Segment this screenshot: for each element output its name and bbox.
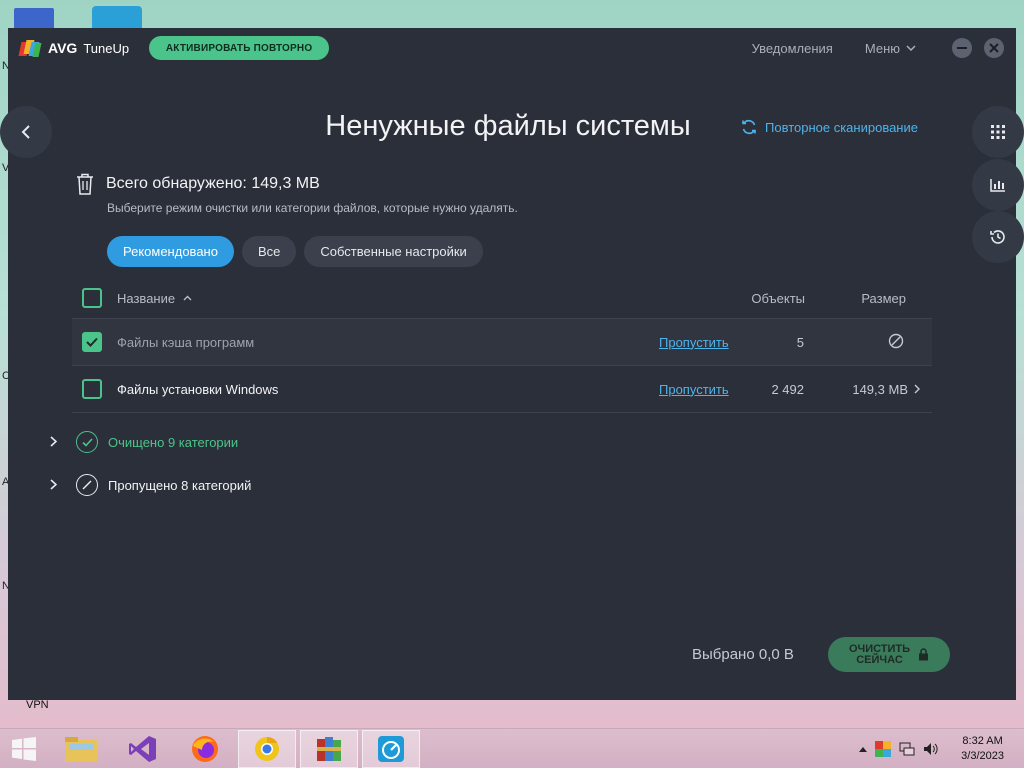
firefox-icon [192, 735, 218, 762]
table-row[interactable]: Файлы установки Windows Пропустить 2 492… [72, 366, 932, 413]
sort-by-name[interactable]: Название [117, 291, 192, 306]
system-tray: 8:32 AM 3/3/2023 [859, 729, 1024, 768]
mode-recommended[interactable]: Рекомендовано [107, 236, 234, 267]
close-icon [989, 43, 999, 53]
check-circle-icon [76, 431, 98, 453]
history-button[interactable] [972, 211, 1024, 263]
chevron-down-icon [906, 45, 916, 51]
cleaned-label: Очищено 9 категории [108, 434, 239, 450]
sort-up-icon [183, 295, 192, 301]
refresh-icon [742, 119, 756, 135]
clock[interactable]: 8:32 AM 3/3/2023 [961, 734, 1004, 764]
row-name: Файлы кэша программ [117, 334, 255, 350]
desktop-label-vpn: VPN [26, 699, 49, 711]
select-all-checkbox[interactable] [82, 288, 102, 308]
avg-tray-icon[interactable] [875, 741, 892, 757]
skip-link[interactable]: Пропустить [659, 335, 729, 350]
header-name: Название [117, 290, 176, 306]
row-size-cell[interactable]: 149,3 MB [852, 382, 920, 397]
skipped-categories-group[interactable]: Пропущено 8 категорий [50, 474, 251, 496]
taskbar-winrar[interactable] [300, 729, 358, 768]
checkmark-icon [86, 337, 98, 347]
menu-dropdown[interactable]: Меню [865, 41, 916, 56]
lock-icon [919, 648, 929, 661]
row-size: 149,3 MB [852, 381, 908, 397]
minimize-icon [957, 47, 967, 49]
stats-button[interactable] [972, 159, 1024, 211]
table-header: Название Объекты Размер [72, 278, 932, 319]
titlebar: AVG TuneUp АКТИВИРОВАТЬ ПОВТОРНО Уведомл… [8, 28, 1016, 68]
product-name: TuneUp [83, 40, 130, 56]
visual-studio-icon [129, 735, 156, 762]
minimize-button[interactable] [952, 38, 972, 58]
avg-logo-icon [18, 40, 42, 57]
tuneup-icon [378, 735, 404, 762]
skip-link[interactable]: Пропустить [659, 382, 729, 397]
header-size: Размер [861, 290, 906, 306]
rescan-label: Повторное сканирование [765, 119, 918, 135]
start-button[interactable] [0, 729, 48, 768]
row-checkbox[interactable] [82, 379, 102, 399]
total-found: Всего обнаружено: 149,3 MB [106, 175, 320, 192]
taskbar-firefox[interactable] [176, 730, 234, 768]
bar-chart-icon [990, 179, 1005, 192]
taskbar: 8:32 AM 3/3/2023 [0, 728, 1024, 768]
row-count: 5 [796, 334, 804, 350]
header-count: Объекты [751, 290, 805, 306]
blocked-icon [888, 333, 904, 348]
notifications-link[interactable]: Уведомления [752, 41, 833, 56]
clock-time: 8:32 AM [962, 735, 1003, 747]
browser-icon [255, 736, 279, 761]
clean-now-button[interactable]: ОЧИСТИТЬ СЕЙЧАС [828, 637, 950, 672]
taskbar-visual-studio[interactable] [114, 730, 172, 768]
network-icon[interactable] [899, 741, 915, 757]
mode-custom[interactable]: Собственные настройки [304, 236, 483, 267]
cleaning-mode-tabs: Рекомендовано Все Собственные настройки [107, 236, 483, 267]
taskbar-avg-tuneup[interactable] [362, 729, 420, 768]
clean-now-label: ОЧИСТИТЬ СЕЙЧАС [848, 642, 911, 666]
history-icon [990, 230, 1005, 244]
row-count: 2 492 [771, 381, 804, 397]
row-name: Файлы установки Windows [117, 381, 279, 397]
rescan-link[interactable]: Повторное сканирование [740, 118, 918, 136]
chevron-right-icon [914, 384, 920, 394]
skipped-status [888, 333, 904, 352]
chevron-up-icon[interactable] [859, 746, 868, 752]
windows-logo-icon [12, 736, 36, 761]
summary-subtitle: Выберите режим очистки или категории фай… [107, 201, 518, 215]
skipped-label: Пропущено 8 категорий [108, 477, 252, 493]
app-logo: AVG TuneUp [18, 40, 130, 57]
table-row[interactable]: Файлы кэша программ Пропустить 5 [72, 319, 932, 366]
chevron-right-icon [50, 434, 60, 450]
archive-icon [317, 736, 341, 761]
row-checkbox[interactable] [82, 332, 102, 352]
trash-icon [77, 173, 93, 195]
chevron-right-icon [50, 477, 60, 493]
blocked-icon [76, 474, 98, 496]
avg-tuneup-window: AVG TuneUp АКТИВИРОВАТЬ ПОВТОРНО Уведомл… [0, 28, 1024, 700]
summary-section: Всего обнаружено: 149,3 MB Выберите режи… [76, 173, 518, 215]
volume-icon[interactable] [923, 741, 939, 757]
mode-all[interactable]: Все [241, 236, 297, 267]
menu-label: Меню [864, 40, 900, 56]
taskbar-file-explorer[interactable] [52, 730, 110, 768]
folder-icon [65, 736, 97, 762]
cleaned-categories-group[interactable]: Очищено 9 категории [50, 431, 238, 453]
junk-files-table: Название Объекты Размер Файлы кэша прогр… [72, 278, 932, 413]
clock-date: 3/3/2023 [961, 750, 1004, 762]
brand-name: AVG [48, 40, 78, 56]
activate-again-button[interactable]: АКТИВИРОВАТЬ ПОВТОРНО [149, 36, 330, 60]
selected-size: Выбрано 0,0 B [692, 646, 794, 663]
close-button[interactable] [984, 38, 1004, 58]
taskbar-chrome-canary[interactable] [238, 729, 296, 768]
